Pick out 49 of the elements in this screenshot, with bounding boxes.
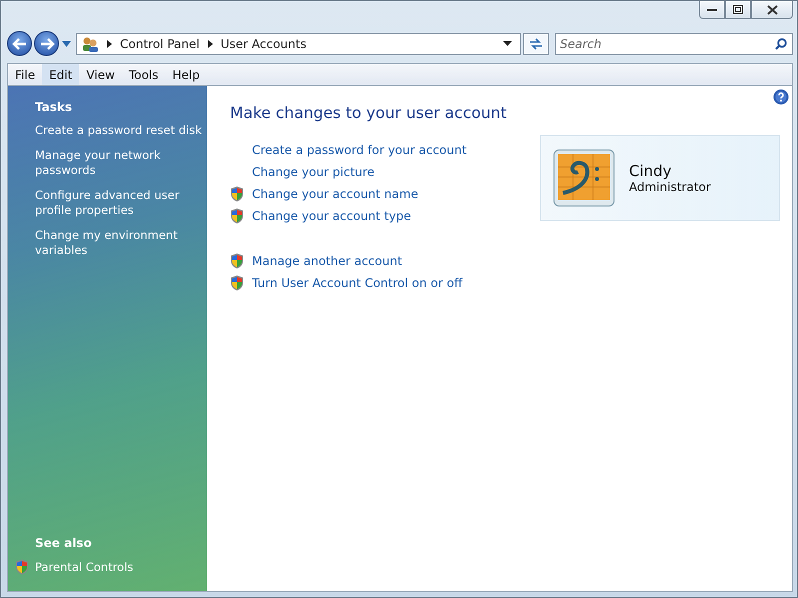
history-dropdown-icon[interactable] xyxy=(62,40,71,46)
breadcrumb[interactable]: Control Panel xyxy=(120,36,200,50)
account-link[interactable]: Change your picture xyxy=(252,165,374,179)
help-icon[interactable] xyxy=(773,89,789,105)
see-also-heading: See also xyxy=(35,536,93,550)
account-link[interactable]: Create a password for your account xyxy=(252,143,467,157)
shield-icon xyxy=(230,275,244,291)
refresh-icon xyxy=(528,36,544,50)
maximize-button[interactable] xyxy=(725,1,751,19)
account-link[interactable]: Manage another account xyxy=(252,254,402,268)
address-bar[interactable]: Control Panel User Accounts xyxy=(76,32,521,54)
account-link[interactable]: Change your account type xyxy=(252,209,411,223)
forward-arrow-icon xyxy=(38,36,54,50)
task-link[interactable]: Configure advanced user profile properties xyxy=(35,188,203,218)
task-link[interactable]: Create a password reset disk xyxy=(35,123,203,138)
minimize-icon xyxy=(707,8,717,12)
chevron-icon xyxy=(107,40,112,48)
page-title: Make changes to your user account xyxy=(230,104,508,122)
bass-clef-picture xyxy=(553,149,615,207)
menu-item[interactable]: File xyxy=(8,64,42,85)
refresh-button[interactable] xyxy=(523,32,549,54)
search-field[interactable]: Search xyxy=(555,32,793,54)
task-link[interactable]: Manage your network passwords xyxy=(35,148,203,178)
minimize-button[interactable] xyxy=(699,1,725,19)
menu-item[interactable]: Edit xyxy=(42,64,80,85)
shield-icon xyxy=(230,208,244,224)
account-link[interactable]: Turn User Account Control on or off xyxy=(252,276,462,290)
menu-item[interactable]: Tools xyxy=(122,64,166,85)
back-arrow-icon xyxy=(12,36,28,50)
shield-icon xyxy=(230,186,244,202)
search-icon[interactable] xyxy=(775,38,787,50)
task-link[interactable]: Change my environment variables xyxy=(35,228,203,258)
chevron-icon xyxy=(208,40,213,48)
menu-item[interactable]: View xyxy=(79,64,122,85)
account-role: Administrator xyxy=(629,180,711,194)
users-icon xyxy=(81,36,99,52)
breadcrumb[interactable]: User Accounts xyxy=(220,36,306,50)
back-button[interactable] xyxy=(7,31,32,56)
tasks-heading: Tasks xyxy=(35,100,74,114)
shield-icon xyxy=(15,559,29,575)
restore-icon xyxy=(733,5,743,14)
close-button[interactable] xyxy=(751,1,793,19)
forward-button[interactable] xyxy=(34,31,59,56)
close-icon xyxy=(766,4,778,14)
shield-icon xyxy=(230,253,244,269)
caret-icon[interactable] xyxy=(503,41,512,46)
account-name: Cindy xyxy=(629,162,673,180)
account-link[interactable]: Change your account name xyxy=(252,187,418,201)
menu-item[interactable]: Help xyxy=(165,64,207,85)
